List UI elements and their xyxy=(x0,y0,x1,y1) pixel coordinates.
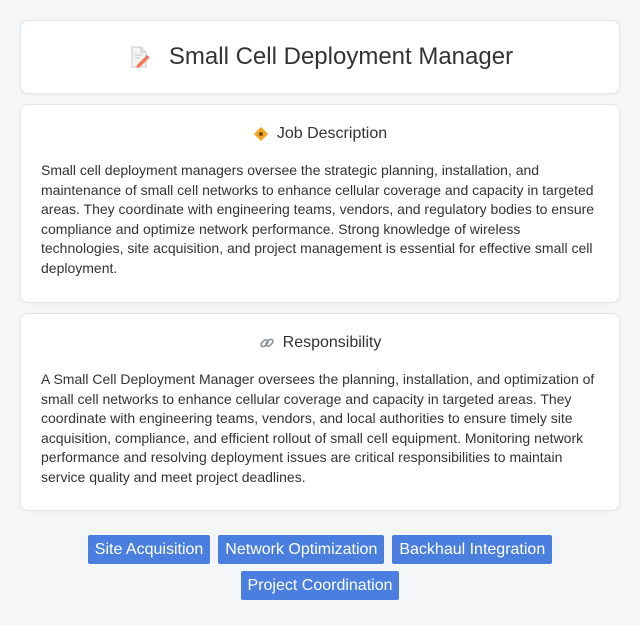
job-description-section: Job Description Small cell deployment ma… xyxy=(20,104,620,303)
skill-tags: Site Acquisition Network Optimization Ba… xyxy=(20,535,620,600)
link-icon xyxy=(259,335,275,351)
tag-site-acquisition[interactable]: Site Acquisition xyxy=(87,535,211,564)
page: Small Cell Deployment Manager Job Descri… xyxy=(0,0,640,620)
job-description-title: Job Description xyxy=(276,125,388,142)
responsibility-title: Responsibility xyxy=(282,334,382,351)
responsibility-section: Responsibility A Small Cell Deployment M… xyxy=(20,313,620,511)
title-card: Small Cell Deployment Manager xyxy=(20,20,620,94)
document-pencil-icon xyxy=(127,45,151,69)
tag-project-coordination[interactable]: Project Coordination xyxy=(240,571,400,600)
responsibility-heading: Responsibility xyxy=(41,334,599,352)
job-description-heading: Job Description xyxy=(41,125,599,143)
responsibility-text: A Small Cell Deployment Manager oversees… xyxy=(41,371,595,485)
job-description-text: Small cell deployment managers oversee t… xyxy=(41,162,595,276)
page-title: Small Cell Deployment Manager xyxy=(168,43,514,70)
tag-network-optimization[interactable]: Network Optimization xyxy=(218,535,385,564)
diamond-icon xyxy=(253,126,269,142)
tag-backhaul-integration[interactable]: Backhaul Integration xyxy=(392,535,553,564)
